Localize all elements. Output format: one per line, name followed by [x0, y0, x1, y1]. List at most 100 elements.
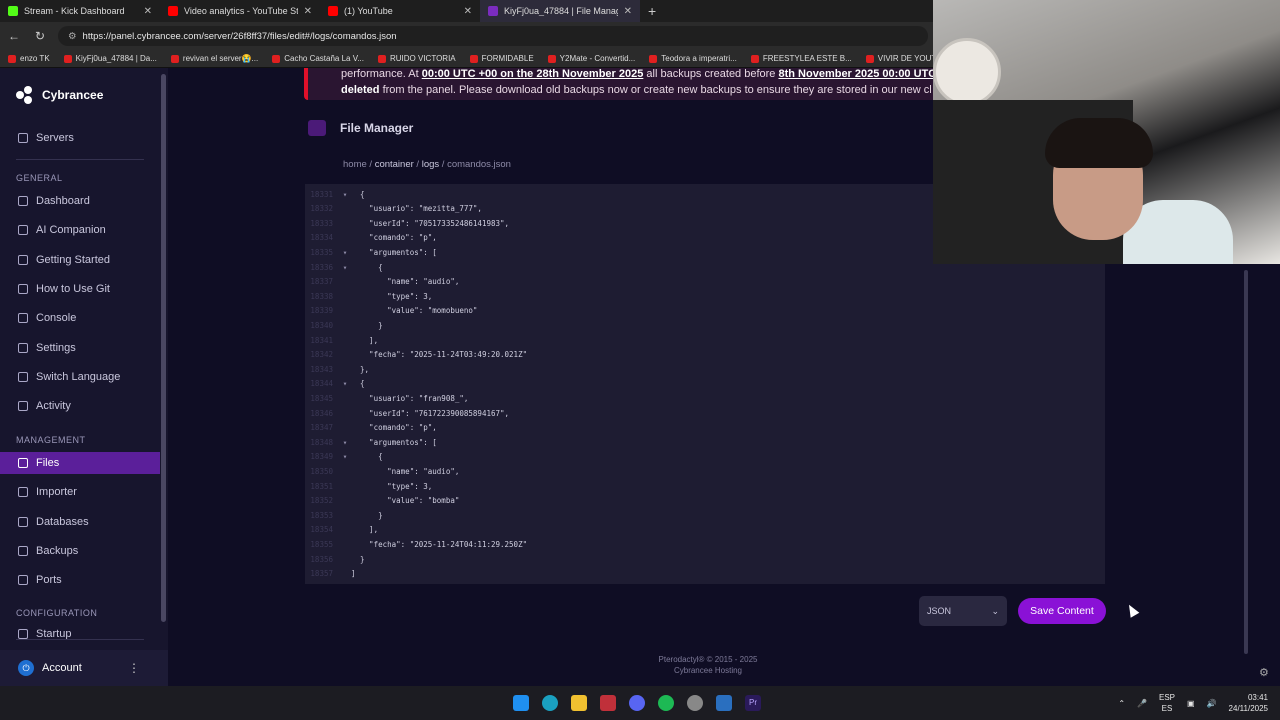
sidebar-item-files[interactable]: Files	[0, 452, 160, 474]
code-line: 18332 "usuario": "mezitta_777",	[305, 202, 482, 216]
site-info-icon[interactable]: ⚙	[68, 31, 77, 42]
tab-label: (1) YouTube	[344, 6, 393, 16]
bookmark-item[interactable]: Teodora a imperatri...	[649, 54, 737, 63]
breadcrumb-home[interactable]: home	[343, 159, 367, 170]
close-icon[interactable]: ✕	[144, 6, 152, 17]
sidebar-item-ai-companion[interactable]: AI Companion	[18, 221, 158, 239]
code-text: "fecha": "2025-11-24T04:11:29.250Z"	[351, 539, 528, 549]
lang-top: ESP	[1159, 693, 1176, 702]
browser-tab[interactable]: (1) YouTube ✕	[320, 0, 480, 22]
new-tab-button[interactable]: +	[640, 3, 664, 19]
close-icon[interactable]: ✕	[624, 6, 632, 17]
sidebar-item-how-to-use-git[interactable]: How to Use Git	[18, 280, 158, 298]
browser-tab[interactable]: KiyFj0ua_47884 | File Manager ✕	[480, 0, 640, 22]
fan-image	[933, 38, 1001, 106]
code-text: "userId": "705173352486141983",	[351, 218, 510, 228]
code-line: 18344 ▾ {	[305, 377, 364, 391]
getting-started-icon	[18, 254, 28, 265]
start-icon[interactable]	[513, 695, 529, 711]
chevron-up-icon[interactable]: ⌃	[1118, 699, 1125, 708]
bookmark-item[interactable]: enzo TK	[8, 54, 50, 63]
bookmark-favicon-icon	[272, 54, 281, 63]
fold-toggle-icon[interactable]: ▾	[339, 190, 351, 199]
network-icon[interactable]: ▣	[1187, 699, 1195, 708]
file-explorer-icon[interactable]	[571, 695, 587, 711]
page-scrollbar[interactable]	[1244, 270, 1248, 654]
fold-toggle-icon[interactable]: ▾	[339, 248, 351, 257]
sidebar-item-importer[interactable]: Importer	[18, 483, 158, 501]
sidebar-item-label: Servers	[36, 132, 74, 144]
spotify-icon[interactable]	[658, 695, 674, 711]
sidebar-item-dashboard[interactable]: Dashboard	[18, 192, 158, 210]
save-content-button[interactable]: Save Content	[1018, 598, 1106, 624]
close-icon[interactable]: ✕	[464, 6, 472, 17]
fold-toggle-icon[interactable]: ▾	[339, 379, 351, 388]
code-text: "type": 3,	[351, 481, 433, 491]
code-line: 18334 "comando": "p",	[305, 231, 436, 245]
clock-time: 03:41	[1247, 693, 1268, 702]
bookmark-item[interactable]: FORMIDABLE	[469, 54, 534, 63]
sidebar-item-settings[interactable]: Settings	[18, 339, 158, 357]
bookmark-item[interactable]: revivan el server😭...	[170, 54, 258, 63]
language-select[interactable]: JSON ⌄	[919, 596, 1007, 626]
discord-icon[interactable]	[629, 695, 645, 711]
sidebar-item-backups[interactable]: Backups	[18, 542, 158, 560]
sidebar-item-console[interactable]: Console	[18, 309, 158, 327]
code-line: 18353 }	[305, 508, 382, 522]
premiere-icon[interactable]: Pr	[745, 695, 761, 711]
microphone-icon[interactable]: 🎤	[1137, 699, 1147, 708]
browser-tab[interactable]: Stream - Kick Dashboard ✕	[0, 0, 160, 22]
bookmark-item[interactable]: VIVIR DE YOUTU	[865, 54, 942, 63]
gear-icon[interactable]: ⚙	[1259, 666, 1269, 679]
code-text: "argumentos": [	[351, 247, 437, 257]
obs-icon[interactable]	[687, 695, 703, 711]
bookmark-item[interactable]: RUIDO VICTORIA	[378, 54, 456, 63]
kebab-menu-icon[interactable]: ⋮	[128, 661, 140, 675]
line-number: 18353	[310, 510, 333, 520]
breadcrumb-container[interactable]: container	[375, 159, 414, 170]
sidebar-item-activity[interactable]: Activity	[18, 397, 158, 415]
close-icon[interactable]: ✕	[304, 6, 312, 17]
edge-icon[interactable]	[542, 695, 558, 711]
fold-toggle-icon[interactable]: ▾	[339, 263, 351, 272]
line-number: 18357	[310, 569, 333, 579]
sidebar-item-label: Files	[36, 457, 60, 469]
breadcrumb-logs[interactable]: logs	[422, 159, 439, 170]
browser-tab[interactable]: Video analytics - YouTube Studio ✕	[160, 0, 320, 22]
bookmark-item[interactable]: KiyFj0ua_47884 | Da...	[63, 54, 157, 63]
bookmark-item[interactable]: Cacho Castaña La V...	[272, 54, 364, 63]
code-line: 18356 }	[305, 552, 364, 566]
sidebar-item-switch-language[interactable]: Switch Language	[18, 368, 158, 386]
code-text: "userId": "761722390085894167",	[351, 408, 510, 418]
sidebar-item-databases[interactable]: Databases	[18, 513, 158, 531]
app-icon[interactable]	[716, 695, 732, 711]
bookmark-item[interactable]: Y2Mate - Convertid...	[547, 54, 635, 63]
sidebar-item-servers[interactable]: Servers	[18, 129, 158, 147]
sidebar-item-label: Activity	[36, 400, 71, 413]
volume-icon[interactable]: 🔊	[1207, 699, 1217, 708]
fold-toggle-icon[interactable]: ▾	[339, 438, 351, 447]
sidebar-item-ports[interactable]: Ports	[18, 571, 158, 589]
sidebar-item-label: Console	[36, 312, 77, 325]
sidebar-scrollbar[interactable]	[161, 74, 166, 622]
line-number: 18345	[310, 393, 333, 403]
bookmark-favicon-icon	[63, 54, 72, 63]
account-menu[interactable]: ⏻ Account ⋮	[0, 650, 168, 686]
back-icon[interactable]: ←	[6, 29, 22, 43]
line-number: 18331	[310, 189, 333, 199]
code-line: 18339 "value": "momobueno"	[305, 304, 477, 318]
line-number: 18339	[310, 306, 333, 316]
media-app-icon[interactable]	[600, 695, 616, 711]
language-indicator[interactable]: ESP ES	[1159, 692, 1175, 714]
brand[interactable]: Cybrancee	[16, 86, 103, 104]
bookmark-item[interactable]: FREESTYLEA ESTE B...	[750, 54, 852, 63]
sidebar-item-label: How to Use Git	[36, 282, 110, 295]
address-bar[interactable]: ⚙ https://panel.cybrancee.com/server/26f…	[58, 26, 928, 46]
code-line: 18352 "value": "bomba"	[305, 494, 459, 508]
banner-text: from the panel. Please download old back…	[379, 84, 932, 96]
code-text: "value": "momobueno"	[351, 306, 478, 316]
fold-toggle-icon[interactable]: ▾	[339, 452, 351, 461]
clock[interactable]: 03:41 24/11/2025	[1229, 692, 1268, 714]
reload-icon[interactable]: ↻	[32, 29, 48, 43]
sidebar-item-getting-started[interactable]: Getting Started	[18, 251, 158, 269]
